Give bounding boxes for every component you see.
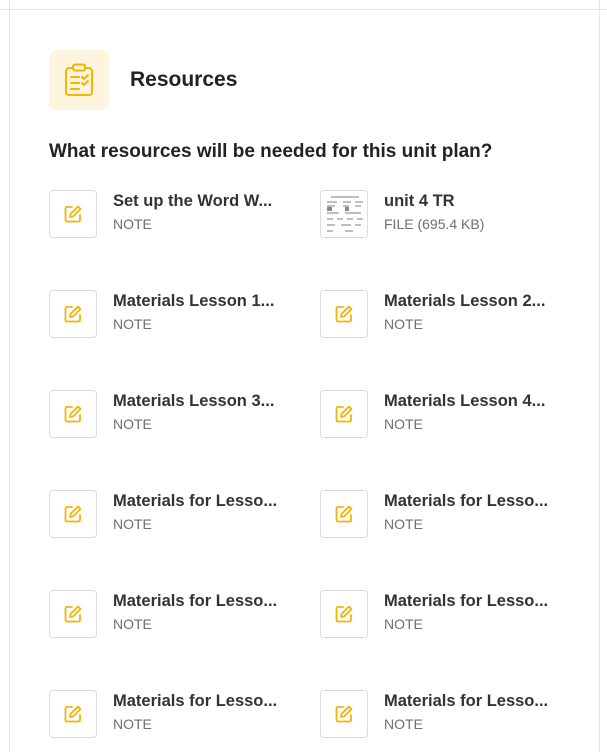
- resource-type: NOTE: [384, 516, 423, 532]
- edit-note-icon: [320, 590, 368, 638]
- resource-item[interactable]: Materials Lesson 1... NOTE: [49, 290, 309, 342]
- resource-title: Materials for Lesso...: [113, 592, 278, 610]
- resource-type: NOTE: [113, 416, 152, 432]
- resource-item[interactable]: Materials for Lesso... NOTE: [49, 590, 309, 642]
- edit-note-icon: [49, 490, 97, 538]
- resource-title: Set up the Word W...: [113, 192, 273, 210]
- file-thumbnail: [320, 190, 368, 238]
- resource-title: Materials for Lesso...: [384, 692, 549, 710]
- edit-note-icon: [49, 390, 97, 438]
- resource-item[interactable]: Materials Lesson 3... NOTE: [49, 390, 309, 442]
- resource-type: NOTE: [384, 416, 423, 432]
- resource-item[interactable]: Materials for Lesso... NOTE: [49, 490, 309, 542]
- edit-note-icon: [49, 690, 97, 738]
- resource-title: Materials for Lesso...: [113, 692, 278, 710]
- resource-title: Materials Lesson 1...: [113, 292, 275, 310]
- edit-note-icon: [320, 490, 368, 538]
- resource-item[interactable]: Materials Lesson 2... NOTE: [320, 290, 580, 342]
- resource-type: NOTE: [113, 216, 152, 232]
- right-border: [599, 0, 600, 752]
- edit-note-icon: [320, 690, 368, 738]
- section-question: What resources will be needed for this u…: [49, 141, 493, 162]
- resource-item[interactable]: Materials Lesson 4... NOTE: [320, 390, 580, 442]
- left-border: [9, 0, 10, 752]
- resource-type: NOTE: [384, 316, 423, 332]
- clipboard-checklist-icon: [49, 50, 109, 110]
- resource-item[interactable]: Materials for Lesso... NOTE: [320, 490, 580, 542]
- resource-title: Materials Lesson 3...: [113, 392, 275, 410]
- edit-note-icon: [49, 290, 97, 338]
- resource-item[interactable]: Materials for Lesso... NOTE: [320, 590, 580, 642]
- top-divider: [0, 9, 607, 10]
- resource-title: Materials for Lesso...: [384, 492, 549, 510]
- section-title: Resources: [130, 68, 238, 91]
- resource-item[interactable]: Materials for Lesso... NOTE: [49, 690, 309, 742]
- edit-note-icon: [49, 590, 97, 638]
- resource-type: NOTE: [113, 516, 152, 532]
- resource-item[interactable]: Materials for Lesso... NOTE: [320, 690, 580, 742]
- resource-type: NOTE: [113, 616, 152, 632]
- edit-note-icon: [320, 290, 368, 338]
- resource-item[interactable]: Set up the Word W... NOTE: [49, 190, 309, 242]
- resource-type: FILE (695.4 KB): [384, 216, 485, 232]
- edit-note-icon: [320, 390, 368, 438]
- resources-panel: Resources What resources will be needed …: [0, 0, 607, 752]
- resource-title: Materials Lesson 2...: [384, 292, 546, 310]
- resource-type: NOTE: [113, 316, 152, 332]
- resource-type: NOTE: [113, 716, 152, 732]
- resource-title: Materials Lesson 4...: [384, 392, 546, 410]
- edit-note-icon: [49, 190, 97, 238]
- resource-item[interactable]: unit 4 TR FILE (695.4 KB): [320, 190, 580, 242]
- resource-title: unit 4 TR: [384, 192, 455, 210]
- resource-type: NOTE: [384, 716, 423, 732]
- section-header: Resources: [49, 50, 237, 110]
- resource-title: Materials for Lesso...: [113, 492, 278, 510]
- resource-type: NOTE: [384, 616, 423, 632]
- resource-title: Materials for Lesso...: [384, 592, 549, 610]
